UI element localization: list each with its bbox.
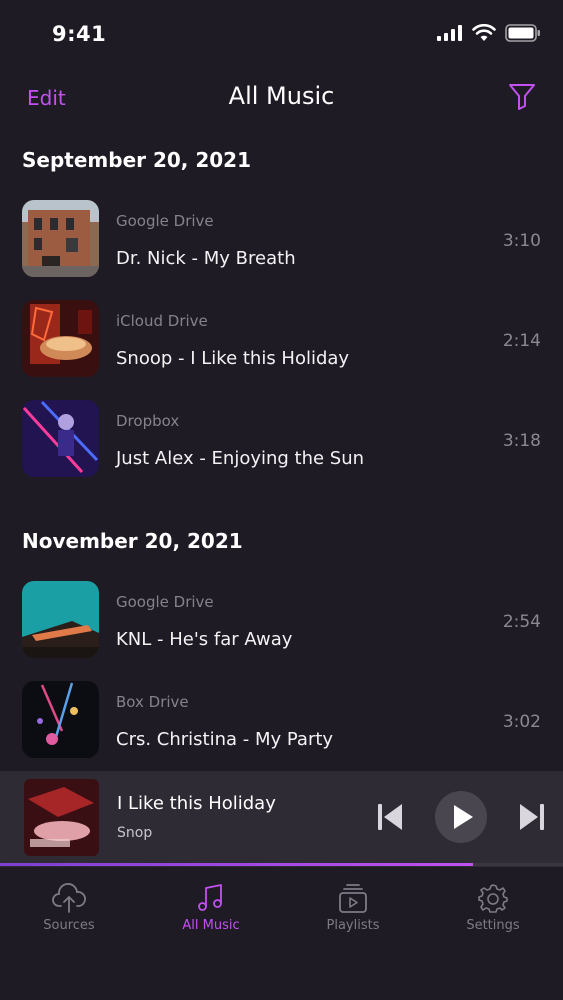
album-art (22, 200, 99, 277)
tab-playlists[interactable]: Playlists (298, 882, 408, 933)
tab-label: Playlists (326, 918, 380, 933)
status-time: 9:41 (52, 22, 107, 46)
track-row[interactable]: iCloud Drive Snoop - I Like this Holiday… (0, 300, 563, 382)
filter-icon[interactable] (507, 81, 537, 111)
tab-bar: Sources All Music Playlists Settings (0, 868, 563, 1000)
track-row[interactable]: Google Drive KNL - He's far Away 2:54 (0, 581, 563, 663)
track-row[interactable]: Dropbox Just Alex - Enjoying the Sun 3:1… (0, 400, 563, 482)
now-playing-title: I Like this Holiday (117, 793, 276, 814)
previous-track-icon[interactable] (375, 801, 405, 833)
tab-settings[interactable]: Settings (438, 882, 548, 933)
section-date-heading: November 20, 2021 (22, 529, 243, 553)
track-source: Google Drive (116, 593, 214, 611)
track-duration: 2:54 (502, 612, 541, 632)
album-art (22, 400, 99, 477)
track-duration: 2:14 (502, 331, 541, 351)
track-title: Crs. Christina - My Party (116, 729, 334, 750)
gear-icon (478, 884, 508, 913)
status-bar: 9:41 (0, 0, 563, 70)
track-duration: 3:18 (502, 431, 541, 451)
tab-label: Sources (43, 918, 95, 933)
play-icon (454, 805, 473, 829)
playlist-icon (339, 884, 367, 913)
track-title: KNL - He's far Away (116, 629, 293, 650)
status-icons (437, 24, 541, 42)
track-title: Just Alex - Enjoying the Sun (116, 448, 365, 469)
album-art (22, 300, 99, 377)
section-date-heading: September 20, 2021 (22, 148, 252, 172)
track-source: Dropbox (116, 412, 180, 430)
mini-player[interactable]: I Like this Holiday Snop (0, 771, 563, 867)
playback-progress-fill (0, 863, 473, 866)
tab-label: All Music (182, 918, 240, 933)
next-track-icon[interactable] (517, 801, 547, 833)
wifi-icon (472, 24, 496, 41)
album-art (22, 681, 99, 758)
track-duration: 3:10 (502, 231, 541, 251)
track-source: iCloud Drive (116, 312, 208, 330)
page-title: All Music (228, 82, 335, 110)
tab-sources[interactable]: Sources (14, 882, 124, 933)
track-title: Dr. Nick - My Breath (116, 248, 296, 269)
track-row[interactable]: Box Drive Crs. Christina - My Party 3:02 (0, 681, 563, 763)
track-source: Google Drive (116, 212, 214, 230)
navigation-bar: Edit All Music (0, 70, 563, 126)
cellular-signal-icon (437, 25, 462, 41)
music-note-icon (198, 884, 222, 911)
now-playing-art (24, 779, 99, 856)
track-duration: 3:02 (502, 712, 541, 732)
now-playing-artist: Snop (117, 825, 153, 841)
tab-label: Settings (466, 918, 520, 933)
track-title: Snoop - I Like this Holiday (116, 348, 350, 369)
tab-all-music[interactable]: All Music (156, 882, 266, 933)
battery-icon (505, 24, 540, 42)
track-source: Box Drive (116, 693, 189, 711)
track-row[interactable]: Google Drive Dr. Nick - My Breath 3:10 (0, 200, 563, 282)
play-button[interactable] (435, 791, 487, 843)
album-art (22, 581, 99, 658)
playback-progress-bar[interactable] (0, 863, 563, 866)
cloud-upload-icon (52, 883, 86, 913)
